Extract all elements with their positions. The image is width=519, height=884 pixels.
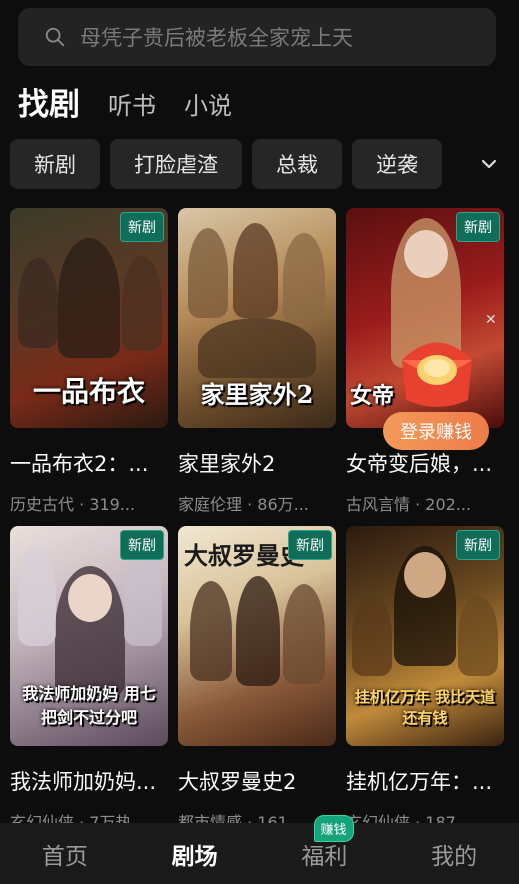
drama-meta: 历史古代 · 319... bbox=[10, 495, 136, 514]
nav-label: 首页 bbox=[41, 843, 88, 870]
new-badge: 新剧 bbox=[120, 530, 164, 560]
chip-comeback[interactable]: 逆袭 bbox=[352, 139, 442, 189]
drama-card[interactable]: 大叔罗曼史 新剧 大叔罗曼史2 都市情感 · 161... bbox=[178, 526, 336, 833]
nav-welfare[interactable]: 福利 赚钱 bbox=[260, 815, 390, 884]
chip-face-slap[interactable]: 打脸虐渣 bbox=[110, 139, 242, 189]
search-bar[interactable]: 母凭子贵后被老板全家宠上天 bbox=[18, 8, 496, 66]
poster-image: 我法师加奶妈 用七把剑不过分吧 新剧 bbox=[10, 526, 168, 746]
poster-image: 挂机亿万年 我比天道还有钱 新剧 bbox=[346, 526, 504, 746]
drama-title: 挂机亿万年：... bbox=[346, 770, 493, 794]
poster-title: 一品布衣 bbox=[32, 375, 145, 408]
nav-label: 我的 bbox=[431, 843, 478, 870]
nav-home[interactable]: 首页 bbox=[0, 823, 130, 884]
search-placeholder: 母凭子贵后被老板全家宠上天 bbox=[80, 26, 353, 50]
top-tabs: 找剧 听书 小说 bbox=[18, 82, 260, 126]
chip-new-drama[interactable]: 新剧 bbox=[10, 139, 100, 189]
login-earn-button[interactable]: 登录赚钱 bbox=[383, 412, 489, 450]
drama-meta: 家庭伦理 · 86万... bbox=[178, 495, 309, 514]
poster-image: 家里家外2 bbox=[178, 208, 336, 428]
nav-theater[interactable]: 剧场 bbox=[130, 823, 260, 884]
drama-card[interactable]: 挂机亿万年 我比天道还有钱 新剧 挂机亿万年：... 玄幻仙侠 · 187... bbox=[346, 526, 504, 833]
poster-title: 挂机亿万年 我比天道还有钱 bbox=[354, 688, 496, 727]
drama-card[interactable]: 家里家外2 家里家外2 家庭伦理 · 86万... bbox=[178, 208, 336, 515]
nav-label: 剧场 bbox=[171, 843, 218, 870]
tab-audiobook[interactable]: 听书 bbox=[108, 94, 156, 126]
new-badge: 新剧 bbox=[456, 212, 500, 242]
drama-title: 一品布衣2：... bbox=[10, 452, 149, 476]
poster-title: 家里家外2 bbox=[200, 380, 314, 409]
drama-title: 女帝变后娘，... bbox=[346, 452, 493, 476]
drama-meta: 古风言情 · 202... bbox=[346, 495, 472, 514]
search-icon bbox=[45, 27, 65, 47]
close-icon[interactable]: ✕ bbox=[485, 312, 497, 328]
drama-title: 我法师加奶妈... bbox=[10, 770, 157, 794]
tab-novel[interactable]: 小说 bbox=[184, 94, 232, 126]
poster-image: 大叔罗曼史 新剧 bbox=[178, 526, 336, 746]
category-chips: 新剧 打脸虐渣 总裁 逆袭 bbox=[10, 139, 470, 189]
earn-badge: 赚钱 bbox=[313, 815, 354, 842]
chip-ceo[interactable]: 总裁 bbox=[252, 139, 342, 189]
chevron-down-icon[interactable] bbox=[477, 152, 501, 176]
drama-title: 大叔罗曼史2 bbox=[178, 770, 297, 794]
new-badge: 新剧 bbox=[456, 530, 500, 560]
bottom-nav: 首页 剧场 福利 赚钱 我的 bbox=[0, 815, 519, 884]
poster-title: 我法师加奶妈 用七把剑不过分吧 bbox=[22, 684, 156, 727]
drama-card[interactable]: 我法师加奶妈 用七把剑不过分吧 新剧 我法师加奶妈... 玄幻仙侠 · 7万热.… bbox=[10, 526, 168, 833]
tab-find-drama[interactable]: 找剧 bbox=[18, 90, 80, 126]
drama-title: 家里家外2 bbox=[178, 452, 276, 476]
red-envelope-gift-icon[interactable] bbox=[392, 330, 482, 414]
new-badge: 新剧 bbox=[288, 530, 332, 560]
drama-card[interactable]: 一品布衣 新剧 一品布衣2：... 历史古代 · 319... bbox=[10, 208, 168, 515]
poster-image: 一品布衣 新剧 bbox=[10, 208, 168, 428]
nav-mine[interactable]: 我的 bbox=[389, 823, 519, 884]
new-badge: 新剧 bbox=[120, 212, 164, 242]
